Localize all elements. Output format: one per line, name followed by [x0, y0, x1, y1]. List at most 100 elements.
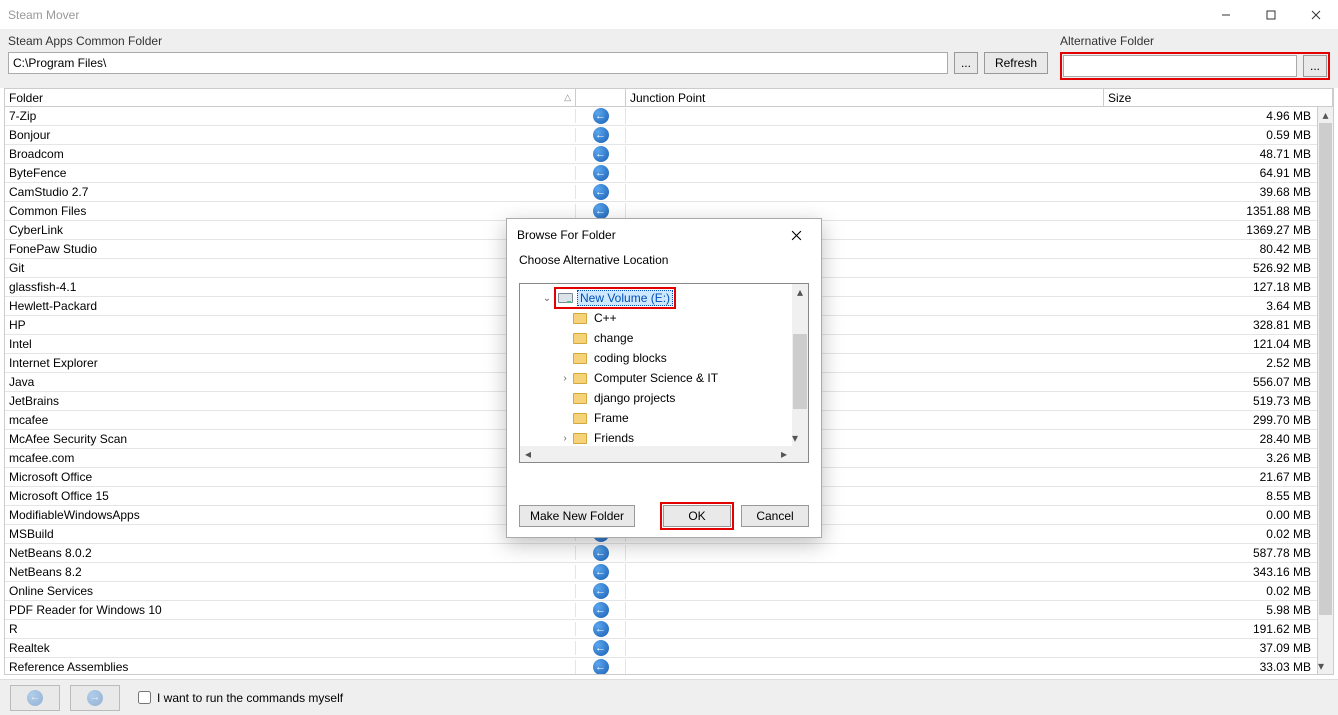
cell-arrow[interactable]: [576, 108, 626, 124]
browse-source-button[interactable]: ...: [954, 52, 978, 74]
cell-arrow[interactable]: [576, 545, 626, 561]
cell-arrow[interactable]: [576, 127, 626, 143]
column-header-folder[interactable]: Folder △: [5, 89, 576, 106]
table-row[interactable]: Realtek37.09 MB: [5, 639, 1317, 658]
cell-folder: Realtek: [5, 641, 576, 655]
table-row[interactable]: Broadcom48.71 MB: [5, 145, 1317, 164]
cell-arrow[interactable]: [576, 583, 626, 599]
cell-size: 0.00 MB: [1104, 508, 1317, 522]
move-right-button[interactable]: [70, 685, 120, 711]
cell-arrow[interactable]: [576, 640, 626, 656]
cell-folder: Broadcom: [5, 147, 576, 161]
dialog-close-button[interactable]: [781, 220, 811, 250]
cell-arrow[interactable]: [576, 621, 626, 637]
cell-arrow[interactable]: [576, 564, 626, 580]
cell-arrow[interactable]: [576, 165, 626, 181]
tree-item[interactable]: ⌄New Volume (E:): [520, 288, 792, 308]
tree-scrollbar-vertical[interactable]: ▴ ▾: [792, 284, 808, 446]
tree-item-label: C++: [592, 311, 619, 325]
column-header-junction[interactable]: Junction Point: [626, 89, 1104, 106]
cell-size: 5.98 MB: [1104, 603, 1317, 617]
cell-arrow[interactable]: [576, 203, 626, 219]
cell-arrow[interactable]: [576, 659, 626, 674]
refresh-button[interactable]: Refresh: [984, 52, 1048, 74]
browse-alternative-button[interactable]: ...: [1303, 55, 1327, 77]
arrow-left-icon: [593, 602, 609, 618]
cell-size: 28.40 MB: [1104, 432, 1317, 446]
cell-size: 127.18 MB: [1104, 280, 1317, 294]
tree-item[interactable]: ›Computer Science & IT: [520, 368, 792, 388]
cell-folder: Online Services: [5, 584, 576, 598]
cell-folder: ModifiableWindowsApps: [5, 508, 576, 522]
scroll-up-icon[interactable]: ▴: [1318, 107, 1333, 123]
tree-item[interactable]: C++: [520, 308, 792, 328]
cell-size: 526.92 MB: [1104, 261, 1317, 275]
move-left-button[interactable]: [10, 685, 60, 711]
table-row[interactable]: NetBeans 8.0.2587.78 MB: [5, 544, 1317, 563]
arrow-left-icon: [593, 545, 609, 561]
cell-folder: NetBeans 8.2: [5, 565, 576, 579]
column-header-size[interactable]: Size: [1104, 89, 1333, 106]
scroll-left-icon[interactable]: ◂: [520, 446, 536, 462]
tree-item[interactable]: coding blocks: [520, 348, 792, 368]
arrow-left-icon: [593, 127, 609, 143]
chevron-icon[interactable]: ⌄: [540, 293, 554, 304]
tree-item[interactable]: Frame: [520, 408, 792, 428]
table-row[interactable]: NetBeans 8.2343.16 MB: [5, 563, 1317, 582]
cell-size: 64.91 MB: [1104, 166, 1317, 180]
chevron-icon[interactable]: ›: [558, 433, 572, 444]
scroll-down-icon[interactable]: ▾: [1318, 658, 1324, 674]
tree-item[interactable]: django projects: [520, 388, 792, 408]
cell-folder: Microsoft Office 15: [5, 489, 576, 503]
chevron-icon[interactable]: ›: [558, 373, 572, 384]
dialog-title: Browse For Folder: [517, 228, 616, 242]
scroll-thumb[interactable]: [793, 334, 807, 409]
column-header-arrow[interactable]: [576, 89, 626, 106]
cell-size: 0.59 MB: [1104, 128, 1317, 142]
tree-item[interactable]: ›Friends: [520, 428, 792, 446]
cell-arrow[interactable]: [576, 146, 626, 162]
table-row[interactable]: PDF Reader for Windows 10 5.98 MB: [5, 601, 1317, 620]
grid-scrollbar[interactable]: ▴ ▾: [1317, 107, 1333, 674]
cell-folder: PDF Reader for Windows 10: [5, 603, 576, 617]
cell-folder: ByteFence: [5, 166, 576, 180]
table-row[interactable]: CamStudio 2.7 39.68 MB: [5, 183, 1317, 202]
table-row[interactable]: 7-Zip4.96 MB: [5, 107, 1317, 126]
table-row[interactable]: Reference Assemblies33.03 MB: [5, 658, 1317, 674]
cell-size: 0.02 MB: [1104, 584, 1317, 598]
cell-size: 121.04 MB: [1104, 337, 1317, 351]
arrow-right-icon: [87, 690, 103, 706]
table-row[interactable]: R191.62 MB: [5, 620, 1317, 639]
cell-size: 519.73 MB: [1104, 394, 1317, 408]
source-folder-input[interactable]: [8, 52, 948, 74]
cell-folder: CamStudio 2.7: [5, 185, 576, 199]
scroll-thumb[interactable]: [1319, 123, 1332, 615]
cell-folder: Java: [5, 375, 576, 389]
tree-scrollbar-horizontal[interactable]: ◂ ▸: [520, 446, 792, 462]
close-icon: [791, 230, 802, 241]
cell-folder: Internet Explorer: [5, 356, 576, 370]
window-maximize-button[interactable]: [1248, 0, 1293, 30]
toolbar: Steam Apps Common Folder ... Refresh Alt…: [0, 30, 1338, 88]
arrow-left-icon: [593, 165, 609, 181]
make-new-folder-button[interactable]: Make New Folder: [519, 505, 635, 527]
alternative-folder-input[interactable]: [1063, 55, 1297, 77]
cancel-button[interactable]: Cancel: [741, 505, 809, 527]
run-commands-checkbox[interactable]: I want to run the commands myself: [138, 691, 343, 705]
scroll-up-icon[interactable]: ▴: [792, 284, 808, 300]
window-close-button[interactable]: [1293, 0, 1338, 30]
cell-size: 39.68 MB: [1104, 185, 1317, 199]
scroll-right-icon[interactable]: ▸: [776, 446, 792, 462]
tree-item[interactable]: change: [520, 328, 792, 348]
cell-arrow[interactable]: [576, 184, 626, 200]
table-row[interactable]: Bonjour0.59 MB: [5, 126, 1317, 145]
scroll-down-icon[interactable]: ▾: [792, 430, 798, 446]
ok-button[interactable]: OK: [663, 505, 731, 527]
table-row[interactable]: ByteFence 64.91 MB: [5, 164, 1317, 183]
cell-size: 299.70 MB: [1104, 413, 1317, 427]
cell-size: 80.42 MB: [1104, 242, 1317, 256]
table-row[interactable]: Online Services 0.02 MB: [5, 582, 1317, 601]
cell-folder: McAfee Security Scan: [5, 432, 576, 446]
window-minimize-button[interactable]: [1203, 0, 1248, 30]
cell-arrow[interactable]: [576, 602, 626, 618]
